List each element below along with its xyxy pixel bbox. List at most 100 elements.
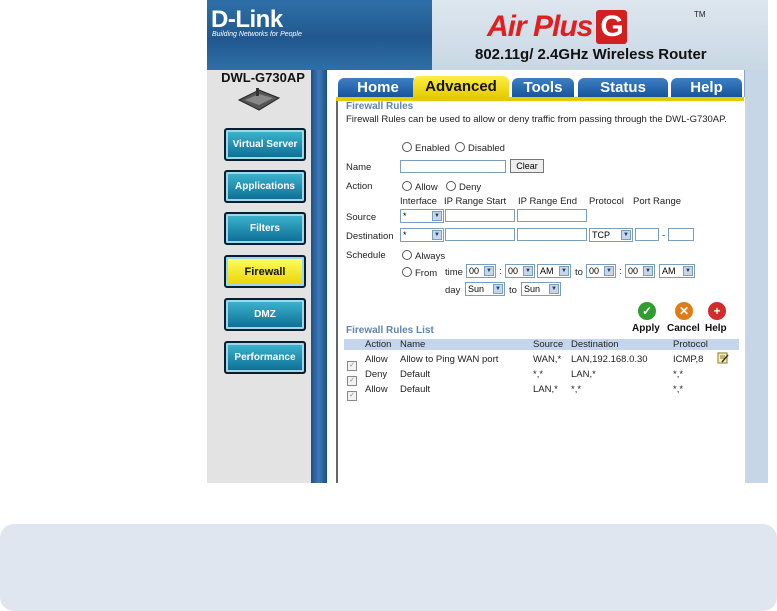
from-radio-circle[interactable] (402, 267, 412, 277)
destination-label: Destination (346, 231, 394, 242)
deny-radio[interactable]: Deny (446, 181, 481, 193)
deny-radio-circle[interactable] (446, 181, 456, 191)
header-destination: Destination (571, 339, 619, 350)
sidebar-item-virtual-server[interactable]: Virtual Server (224, 128, 306, 161)
destination-protocol-select[interactable]: TCP ▼ (589, 228, 633, 242)
from-ampm-select[interactable]: AM ▼ (537, 264, 571, 278)
table-row: ✓ (347, 384, 357, 402)
header-protocol: Protocol (673, 339, 708, 350)
day-from-value: Sun (468, 284, 485, 294)
from-hour-value: 00 (469, 266, 480, 276)
allow-radio-circle[interactable] (402, 181, 412, 191)
clear-button[interactable]: Clear (510, 159, 544, 173)
disabled-radio[interactable]: Disabled (455, 142, 505, 154)
chevron-down-icon: ▼ (604, 266, 614, 276)
port-range-start-input[interactable] (635, 228, 659, 241)
chevron-down-icon: ▼ (621, 230, 631, 240)
to-minute-value: 00 (628, 266, 639, 276)
enabled-label: Enabled (415, 143, 450, 154)
rule-checkbox[interactable]: ✓ (347, 391, 357, 401)
column-port-range: Port Range (633, 196, 682, 207)
sidebar-item-applications[interactable]: Applications (224, 170, 306, 203)
day-to-label: to (509, 285, 517, 296)
to-hour-select[interactable]: 00 ▼ (586, 264, 616, 278)
to-ampm-value: AM (662, 266, 676, 276)
brand-text: Air Plus (487, 10, 593, 43)
destination-ip-end-input[interactable] (517, 228, 587, 241)
tab-advanced[interactable]: Advanced (413, 76, 509, 97)
rule-name: Default (400, 369, 431, 380)
port-range-dash: - (662, 230, 666, 241)
section-title-rules-list: Firewall Rules List (346, 325, 434, 336)
tab-status[interactable]: Status (578, 78, 668, 97)
always-radio[interactable]: Always (402, 250, 445, 262)
chevron-down-icon: ▼ (549, 284, 559, 294)
day-to-select[interactable]: Sun ▼ (521, 282, 561, 296)
enabled-radio[interactable]: Enabled (402, 142, 450, 154)
sidebar-item-performance[interactable]: Performance (224, 341, 306, 374)
to-ampm-select[interactable]: AM ▼ (659, 264, 695, 278)
dlink-logo: D-Link (211, 6, 283, 33)
cancel-icon[interactable]: ✕ (675, 302, 693, 320)
day-from-select[interactable]: Sun ▼ (465, 282, 505, 296)
chevron-down-icon: ▼ (493, 284, 503, 294)
tab-help[interactable]: Help (671, 78, 742, 97)
rule-protocol: *,* (673, 369, 684, 380)
source-ip-end-input[interactable] (517, 209, 587, 222)
name-label: Name (346, 162, 372, 173)
product-subtitle: 802.11g/ 2.4GHz Wireless Router (475, 46, 707, 63)
sidebar-item-dmz[interactable]: DMZ (224, 298, 306, 331)
cancel-label[interactable]: Cancel (667, 323, 700, 334)
allow-radio[interactable]: Allow (402, 181, 438, 193)
enabled-radio-circle[interactable] (402, 142, 412, 152)
port-range-end-input[interactable] (668, 228, 694, 241)
logo-tagline: Building Networks for People (212, 31, 302, 38)
day-to-value: Sun (524, 284, 541, 294)
schedule-label: Schedule (346, 250, 386, 261)
router-device-icon (237, 88, 281, 111)
router-admin-frame: D-Link Building Networks for People Air … (207, 0, 768, 483)
from-hour-select[interactable]: 00 ▼ (466, 264, 496, 278)
source-ip-start-input[interactable] (445, 209, 515, 222)
tab-home[interactable]: Home (338, 78, 418, 97)
disabled-radio-circle[interactable] (455, 142, 465, 152)
deny-label: Deny (459, 182, 482, 193)
apply-icon[interactable]: ✓ (638, 302, 656, 320)
name-input[interactable] (400, 160, 506, 173)
source-interface-select[interactable]: * ▼ (400, 209, 444, 223)
edit-icon[interactable] (717, 352, 729, 364)
rule-protocol: *,* (673, 384, 684, 395)
sidebar-divider (311, 70, 327, 483)
from-ampm-value: AM (540, 266, 554, 276)
to-hour-value: 00 (589, 266, 600, 276)
rule-protocol: ICMP,8 (673, 354, 704, 365)
destination-interface-select[interactable]: * ▼ (400, 228, 444, 242)
help-icon[interactable]: + (708, 302, 726, 320)
day-label: day (445, 285, 461, 296)
column-ip-range-start: IP Range Start (444, 196, 507, 207)
rule-name: Default (400, 384, 431, 395)
time-to-label: to (575, 267, 583, 278)
rule-destination: *,* (571, 384, 582, 395)
column-protocol: Protocol (589, 196, 624, 207)
rule-name: Allow to Ping WAN port (400, 354, 499, 365)
rule-action: Allow (365, 354, 388, 365)
from-radio[interactable]: From (402, 267, 437, 279)
to-minute-select[interactable]: 00 ▼ (625, 264, 655, 278)
from-minute-select[interactable]: 00 ▼ (505, 264, 535, 278)
from-label: From (415, 268, 438, 279)
product-brand: Air Plus G (487, 10, 627, 44)
sidebar-item-firewall[interactable]: Firewall (224, 255, 306, 288)
from-minute-value: 00 (508, 266, 519, 276)
help-label[interactable]: Help (705, 323, 727, 334)
always-label: Always (415, 251, 446, 262)
column-interface: Interface (400, 196, 437, 207)
chevron-down-icon: ▼ (432, 211, 442, 221)
always-radio-circle[interactable] (402, 250, 412, 260)
sidebar-item-filters[interactable]: Filters (224, 212, 306, 245)
destination-ip-start-input[interactable] (445, 228, 515, 241)
tab-tools[interactable]: Tools (512, 78, 574, 97)
apply-label[interactable]: Apply (632, 323, 660, 334)
note-panel (0, 524, 777, 611)
time-colon: : (499, 266, 502, 277)
